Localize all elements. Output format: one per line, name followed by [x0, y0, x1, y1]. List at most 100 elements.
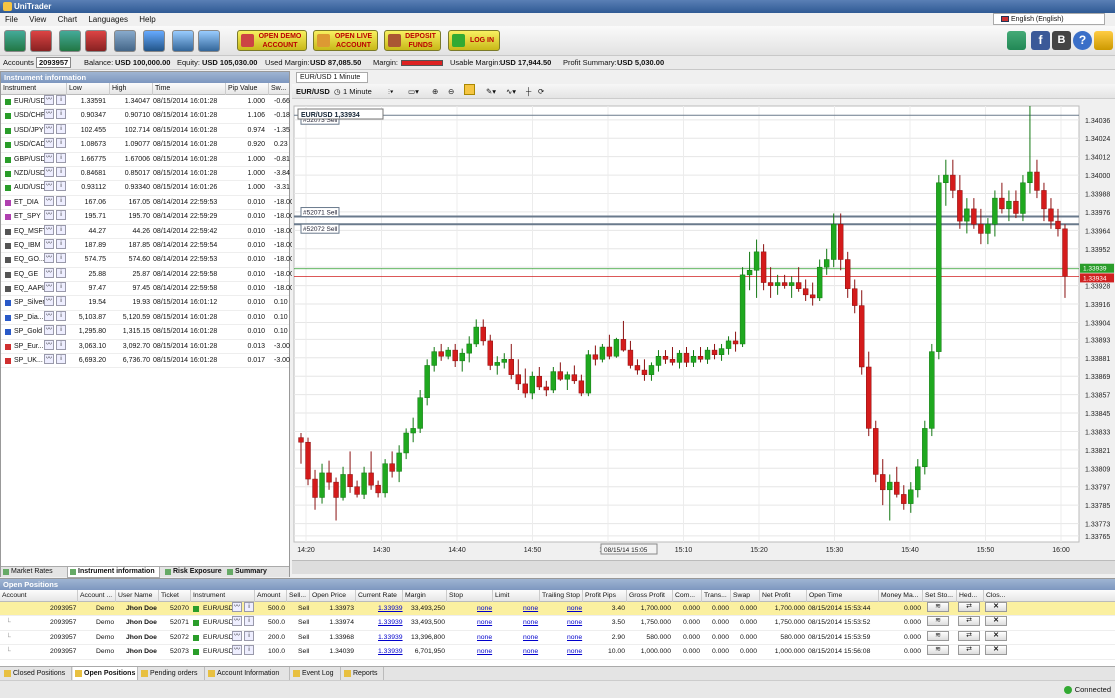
- refresh-icon[interactable]: ⟳: [538, 84, 544, 99]
- info-icon[interactable]: i: [56, 267, 66, 278]
- candle[interactable]: [767, 282, 774, 286]
- candle[interactable]: [943, 174, 949, 184]
- symbol-select[interactable]: EUR/USD: [296, 84, 330, 99]
- timeframe-select[interactable]: 1 Minute: [343, 84, 372, 99]
- candle[interactable]: [585, 354, 592, 394]
- candle[interactable]: [880, 474, 886, 491]
- candle[interactable]: [802, 288, 809, 296]
- open-live-account-button[interactable]: OPEN LIVE ACCOUNT: [313, 30, 378, 51]
- candle[interactable]: [508, 359, 514, 375]
- positions-col-header[interactable]: Open Price: [309, 590, 355, 602]
- col-high[interactable]: High: [109, 83, 126, 95]
- candle[interactable]: [333, 481, 339, 498]
- cursor-icon[interactable]: [114, 30, 136, 52]
- zoom-in-icon[interactable]: ⊕: [432, 84, 438, 99]
- sell-chart-icon[interactable]: [30, 30, 52, 52]
- info-icon[interactable]: i: [56, 354, 66, 365]
- log-in-button[interactable]: LOG IN: [448, 30, 500, 51]
- candle[interactable]: [424, 365, 430, 398]
- info-icon[interactable]: i: [56, 123, 66, 134]
- candle[interactable]: [830, 223, 837, 260]
- sell-clock-icon[interactable]: [85, 30, 107, 52]
- position-limit[interactable]: none: [523, 602, 538, 616]
- candle[interactable]: [894, 481, 900, 495]
- instrument-row[interactable]: USD/CHF 〰 i 0.90347 0.90710 08/15/2014 16:01:…: [1, 109, 290, 124]
- deposit-funds-button[interactable]: DEPOSIT FUNDS: [384, 30, 441, 51]
- candle[interactable]: [382, 463, 388, 494]
- hedge-button[interactable]: ⇄: [958, 630, 980, 641]
- mini-chart-icon[interactable]: 〰: [44, 166, 54, 177]
- instrument-row[interactable]: USD/CAD 〰 i 1.08673 1.09077 08/15/2014 16:01:…: [1, 138, 289, 153]
- positions-col-header[interactable]: Clos...: [983, 590, 1010, 602]
- candle[interactable]: [557, 371, 564, 380]
- positions-col-header[interactable]: User Name: [115, 590, 158, 602]
- candle[interactable]: [480, 326, 486, 342]
- positions-col-header[interactable]: Net Profit: [759, 590, 806, 602]
- info-icon[interactable]: i: [56, 181, 66, 192]
- candle[interactable]: [466, 343, 472, 354]
- tab-summary[interactable]: Summary: [225, 567, 272, 578]
- instrument-row[interactable]: EQ_MSFT 〰 i 44.27 44.26 08/14/2014 22:59:42 0.…: [1, 224, 294, 239]
- candle[interactable]: [704, 349, 711, 360]
- candle[interactable]: [1062, 228, 1068, 277]
- candle[interactable]: [606, 346, 613, 357]
- positions-col-header[interactable]: Money Ma...: [878, 590, 922, 602]
- candle[interactable]: [753, 251, 760, 271]
- trader-icon[interactable]: [1094, 31, 1113, 50]
- candle[interactable]: [613, 339, 620, 357]
- candle[interactable]: [957, 190, 963, 222]
- candle[interactable]: [550, 371, 557, 391]
- candle[interactable]: [837, 223, 844, 260]
- position-limit[interactable]: none: [523, 616, 538, 630]
- instrument-row[interactable]: EQ_GE 〰 i 25.88 25.87 08/14/2014 22:59:58 0.01…: [1, 267, 294, 283]
- limit-link[interactable]: none: [523, 634, 538, 641]
- limit-link[interactable]: none: [523, 619, 538, 626]
- candle[interactable]: [543, 386, 550, 391]
- positions-col-header[interactable]: Set Sto...: [922, 590, 956, 602]
- info-icon[interactable]: i: [56, 210, 66, 221]
- positions-col-header[interactable]: Swap: [730, 590, 759, 602]
- stop-link[interactable]: none: [477, 634, 492, 641]
- stop-link[interactable]: none: [477, 605, 492, 612]
- candle[interactable]: [459, 352, 465, 362]
- instrument-row[interactable]: SP_Dia... 〰 i 5,103.87 5,120.59 08/15/2014 16…: [1, 310, 289, 326]
- mini-chart-icon[interactable]: 〰: [44, 253, 54, 264]
- instrument-row[interactable]: ET_SPY 〰 i 195.71 195.70 08/14/2014 22:59:29 0…: [1, 210, 294, 225]
- mini-chart-icon[interactable]: 〰: [44, 181, 54, 192]
- candle[interactable]: [690, 355, 697, 363]
- candle[interactable]: [501, 359, 507, 363]
- tab-market-rates[interactable]: Market Rates: [1, 567, 66, 578]
- candle[interactable]: [788, 282, 795, 286]
- candle[interactable]: [950, 174, 956, 191]
- positions-col-header[interactable]: Trans...: [701, 590, 730, 602]
- candle[interactable]: [298, 437, 304, 443]
- help-icon[interactable]: ?: [1073, 31, 1092, 50]
- candle[interactable]: [361, 472, 367, 495]
- candle[interactable]: [431, 351, 437, 366]
- candle[interactable]: [1006, 200, 1012, 210]
- candle[interactable]: [866, 366, 872, 429]
- candle[interactable]: [662, 355, 669, 360]
- instrument-row[interactable]: EUR/USD 〰 i 1.33591 1.34047 08/15/2014 16:01:…: [1, 95, 290, 110]
- instrument-row[interactable]: SP_Eur... 〰 i 3,063.10 3,092.70 08/15/2014 16…: [1, 339, 290, 355]
- candle[interactable]: [887, 481, 893, 491]
- account-select[interactable]: 2093957: [36, 57, 72, 68]
- candle[interactable]: [1055, 220, 1061, 230]
- menu-help[interactable]: Help: [139, 15, 155, 24]
- candle[interactable]: [403, 432, 409, 454]
- candle[interactable]: [985, 223, 991, 234]
- candle[interactable]: [368, 472, 374, 486]
- candle[interactable]: [417, 397, 423, 429]
- candle[interactable]: [774, 282, 781, 286]
- settings-globe-icon[interactable]: [198, 30, 220, 52]
- instrument-row[interactable]: EQ_AAPL 〰 i 97.47 97.45 08/14/2014 22:59:58 0.…: [1, 282, 294, 297]
- candle[interactable]: [936, 182, 942, 352]
- candle[interactable]: [676, 352, 683, 363]
- candle[interactable]: [473, 326, 479, 345]
- menu-view[interactable]: View: [29, 15, 46, 24]
- position-row[interactable]: └ 2093957 Demo Jhon Doe 52072 EUR/USD 〰 i 200.0 S…: [0, 630, 1115, 646]
- info-icon[interactable]: i: [56, 195, 66, 206]
- info-icon[interactable]: i: [56, 325, 66, 336]
- candle[interactable]: [389, 463, 395, 472]
- candle[interactable]: [627, 349, 634, 366]
